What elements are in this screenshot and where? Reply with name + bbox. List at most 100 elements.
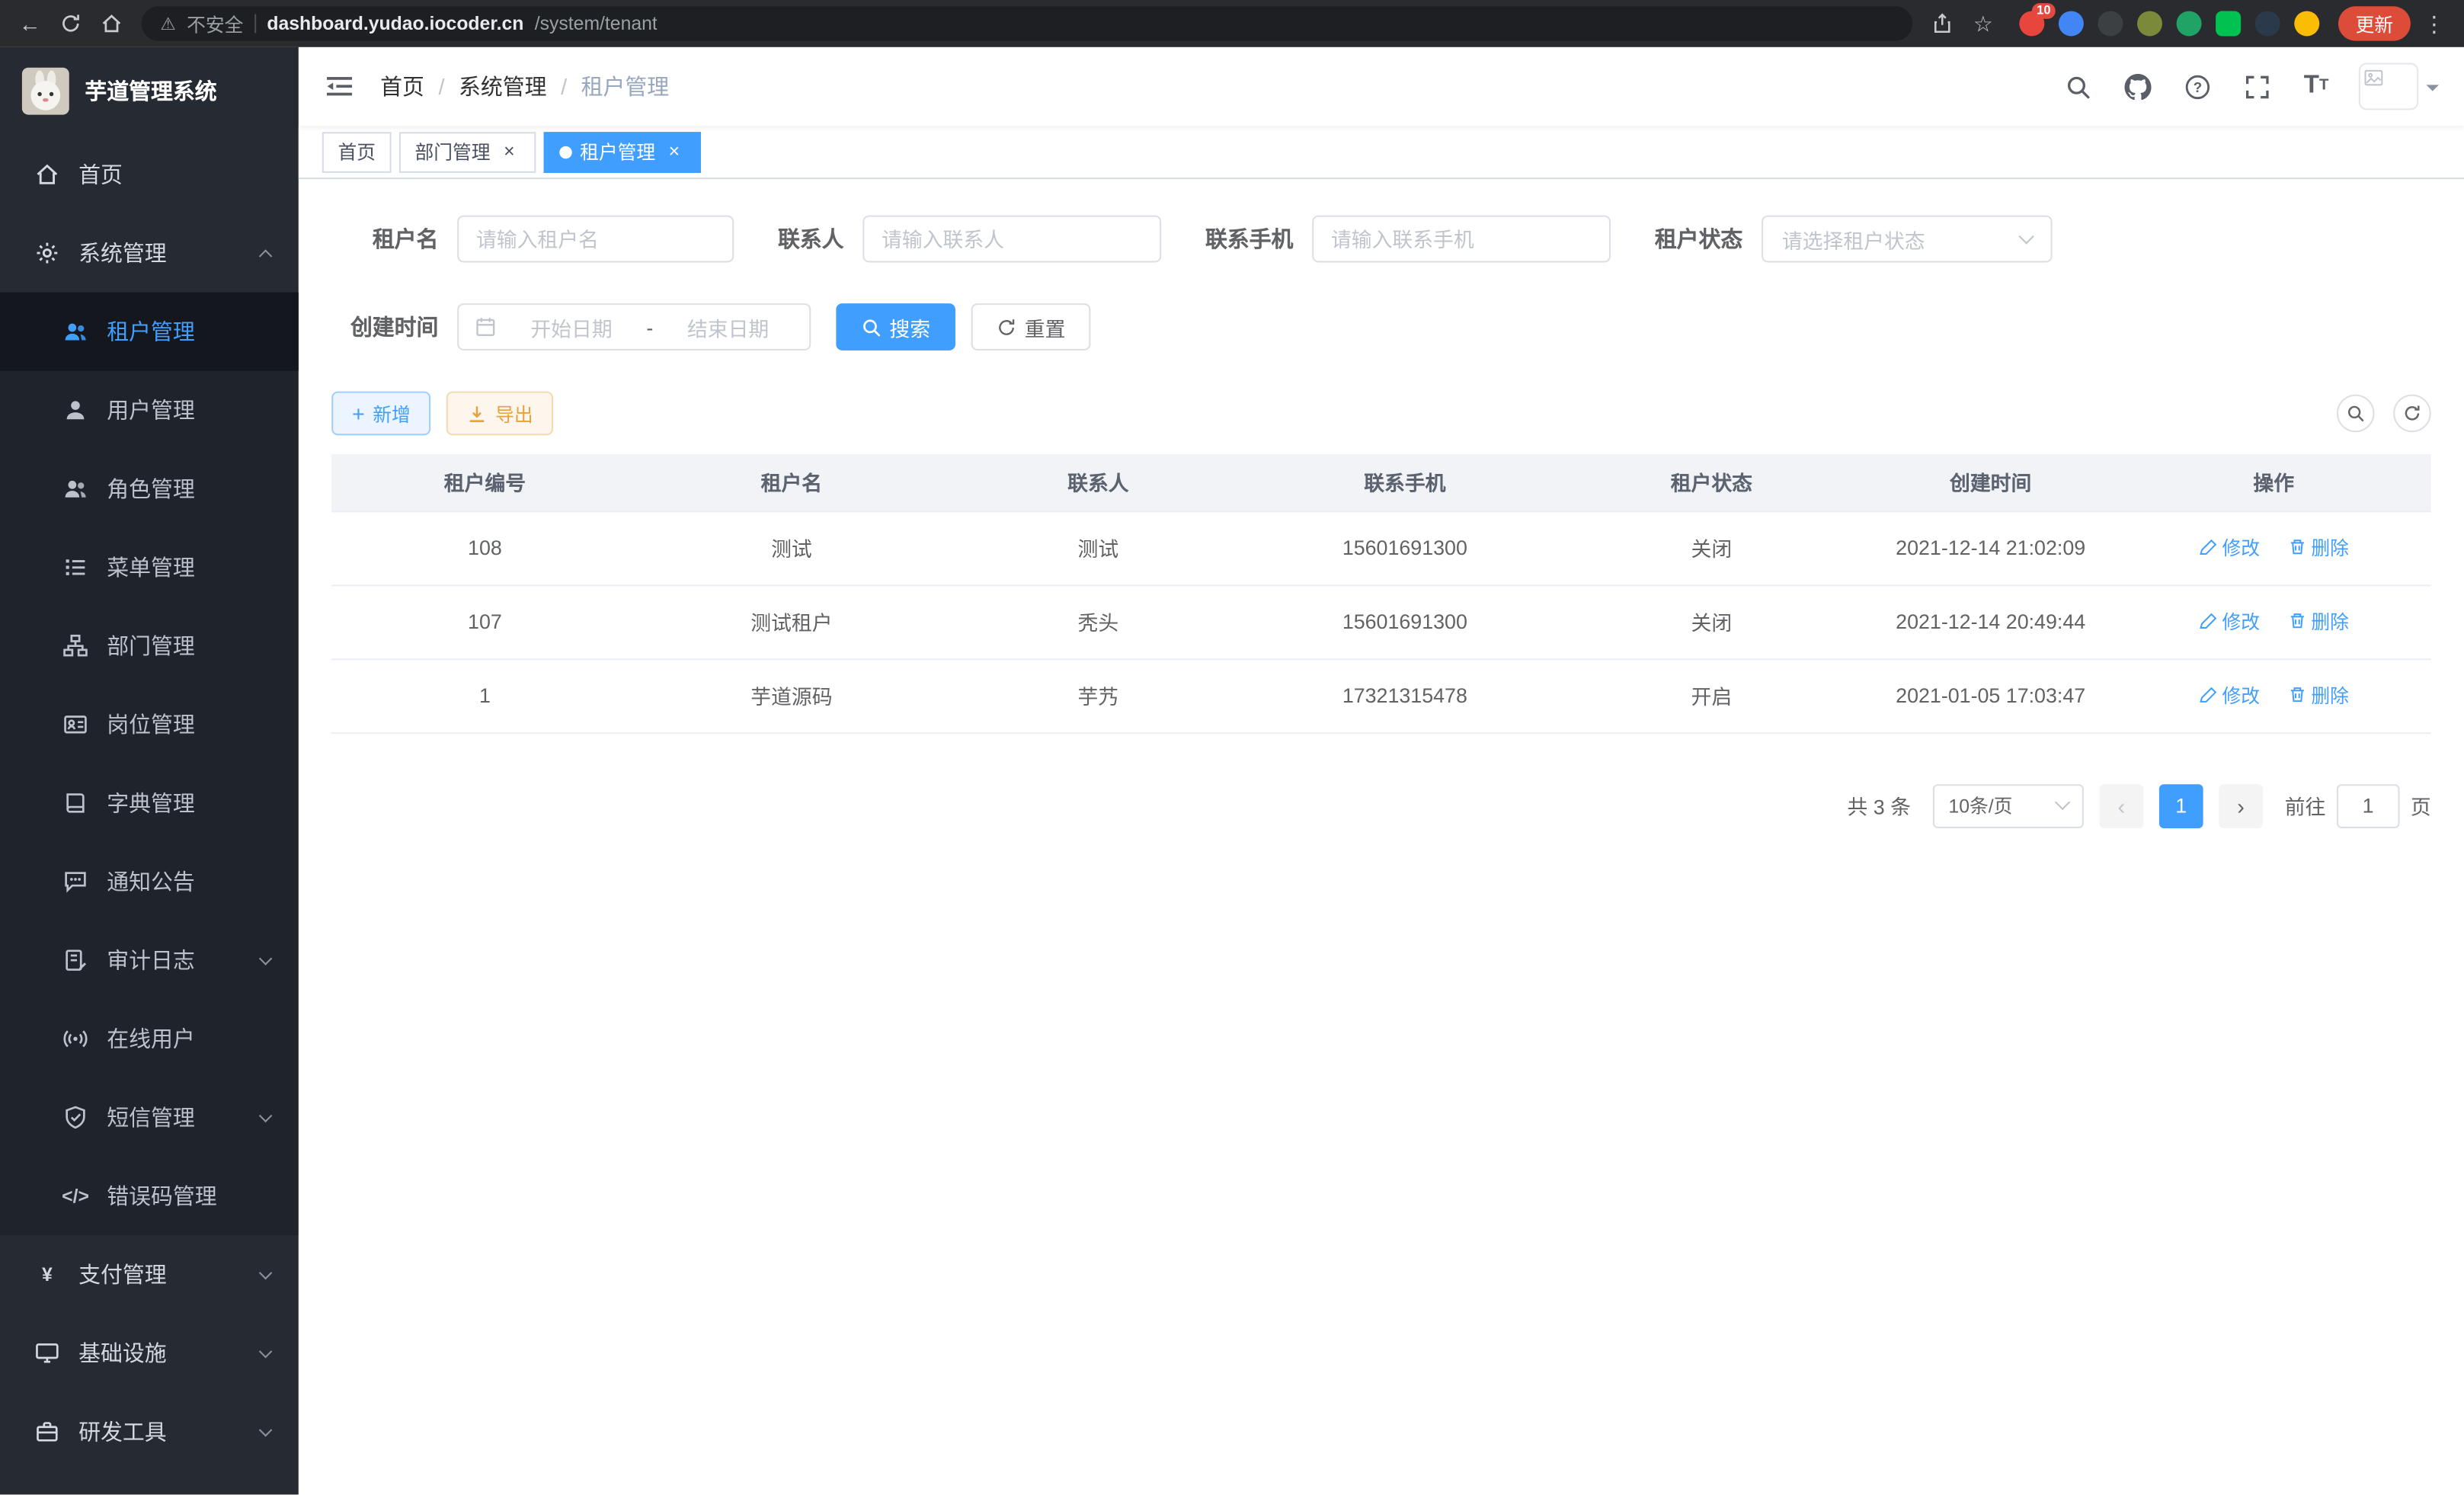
share-button[interactable]: [1925, 6, 1960, 40]
sidebar-item-audit-log[interactable]: 审计日志: [0, 921, 299, 1000]
status-select[interactable]: 请选择租户状态: [1762, 216, 2053, 263]
toggle-search-button[interactable]: [2337, 395, 2375, 433]
extension-icon[interactable]: [2294, 11, 2319, 36]
tab-label: 部门管理: [415, 139, 491, 165]
chevron-down-icon: [259, 1344, 273, 1358]
reload-icon: [59, 13, 82, 35]
chevron-right-icon: ›: [2237, 793, 2245, 818]
extension-icon[interactable]: [2216, 11, 2241, 36]
delete-link[interactable]: 删除: [2287, 682, 2348, 709]
cell-status: 关闭: [1558, 511, 1864, 584]
sidebar-item-menu[interactable]: 菜单管理: [0, 528, 299, 607]
reset-button-label: 重置: [1025, 312, 1066, 341]
sidebar-item-notice[interactable]: 通知公告: [0, 843, 299, 921]
page-number-1[interactable]: 1: [2159, 783, 2203, 828]
browser-back-button[interactable]: ←: [13, 6, 47, 40]
tab-dept[interactable]: 部门管理 ×: [399, 131, 536, 172]
extension-icon[interactable]: [2098, 11, 2123, 36]
breadcrumb-system[interactable]: 系统管理: [459, 71, 547, 102]
browser-update-button[interactable]: 更新: [2338, 6, 2411, 40]
user-menu[interactable]: [2359, 63, 2439, 110]
refresh-table-button[interactable]: [2393, 395, 2431, 433]
refresh-icon: [997, 317, 1017, 338]
page-size-value: 10条/页: [1948, 792, 2012, 819]
column-header-actions: 操作: [2117, 454, 2431, 511]
phone-label: 联系手机: [1205, 223, 1312, 255]
system-submenu: 租户管理 用户管理 角色管理 菜单管理: [0, 293, 299, 1236]
delete-link[interactable]: 删除: [2287, 608, 2348, 635]
sidebar-item-label: 研发工具: [78, 1416, 167, 1447]
address-bar[interactable]: ⚠ 不安全 dashboard.yudao.iocoder.cn /system…: [142, 6, 1912, 40]
tab-home[interactable]: 首页: [322, 131, 392, 172]
sidebar-item-payment[interactable]: ¥ 支付管理: [0, 1235, 299, 1314]
tab-tenant-active[interactable]: 租户管理 ×: [544, 131, 701, 172]
filter-phone: 联系手机: [1205, 216, 1611, 263]
search-button[interactable]: 搜索: [836, 303, 955, 351]
sidebar-item-user[interactable]: 用户管理: [0, 371, 299, 450]
pencil-icon: [2199, 612, 2218, 631]
extension-icon[interactable]: [2255, 11, 2280, 36]
extension-icon[interactable]: [2059, 11, 2084, 36]
sidebar-item-home[interactable]: 首页: [0, 135, 299, 213]
extension-icon[interactable]: [2177, 11, 2202, 36]
add-button[interactable]: + 新增: [331, 392, 430, 436]
font-size-button[interactable]: TT: [2299, 69, 2333, 104]
download-icon: [467, 403, 488, 424]
breadcrumb-separator: /: [561, 74, 567, 99]
phone-input[interactable]: [1312, 216, 1611, 263]
goto-page-input[interactable]: [2337, 783, 2400, 828]
breadcrumb-home[interactable]: 首页: [380, 71, 424, 102]
edit-link[interactable]: 修改: [2199, 608, 2260, 635]
page-size-select[interactable]: 10条/页: [1933, 783, 2084, 828]
browser-menu-button[interactable]: ⋮: [2417, 6, 2451, 40]
sidebar-item-online-users[interactable]: 在线用户: [0, 1000, 299, 1078]
logo[interactable]: 芋道管理系统: [0, 47, 299, 136]
fullscreen-button[interactable]: [2239, 69, 2274, 104]
back-arrow-icon: ←: [19, 11, 41, 36]
signal-icon: [63, 1026, 88, 1052]
export-button[interactable]: 导出: [446, 392, 553, 436]
tenant-name-input[interactable]: [457, 216, 734, 263]
next-page-button[interactable]: ›: [2219, 783, 2263, 828]
tab-label: 租户管理: [580, 139, 655, 165]
sidebar-item-sms[interactable]: 短信管理: [0, 1078, 299, 1157]
sidebar-item-tenant[interactable]: 租户管理: [0, 293, 299, 371]
close-icon[interactable]: ×: [663, 141, 685, 163]
close-icon[interactable]: ×: [498, 141, 520, 163]
filter-row-2: 创建时间 开始日期 - 结束日期 搜索: [331, 303, 2431, 351]
cell-phone: 15601691300: [1252, 584, 1558, 658]
cell-phone: 17321315478: [1252, 658, 1558, 732]
sidebar-item-post[interactable]: 岗位管理: [0, 685, 299, 764]
update-label: 更新: [2356, 10, 2394, 37]
github-button[interactable]: [2120, 69, 2154, 104]
bookmark-button[interactable]: ☆: [1966, 6, 2000, 40]
caret-down-icon: [2427, 85, 2440, 98]
delete-link[interactable]: 删除: [2287, 534, 2348, 561]
navbar-actions: ? TT: [2060, 63, 2439, 110]
edit-link[interactable]: 修改: [2199, 534, 2260, 561]
contact-input[interactable]: [862, 216, 1161, 263]
sidebar-item-dict[interactable]: 字典管理: [0, 764, 299, 842]
extension-icon[interactable]: [2137, 11, 2162, 36]
table-header-row: 租户编号 租户名 联系人 联系手机 租户状态 创建时间 操作: [331, 454, 2431, 511]
sidebar-item-label: 短信管理: [107, 1102, 195, 1133]
browser-reload-button[interactable]: [53, 6, 88, 40]
extension-icon[interactable]: 10: [2019, 11, 2044, 36]
sidebar-collapse-button[interactable]: [324, 71, 355, 102]
date-range-picker[interactable]: 开始日期 - 结束日期: [457, 303, 811, 351]
header-search-button[interactable]: [2060, 69, 2094, 104]
sidebar-item-devtools[interactable]: 研发工具: [0, 1392, 299, 1471]
sidebar-item-dept[interactable]: 部门管理: [0, 607, 299, 685]
edit-link[interactable]: 修改: [2199, 682, 2260, 709]
help-button[interactable]: ?: [2180, 69, 2214, 104]
filter-status: 租户状态 请选择租户状态: [1655, 216, 2053, 263]
browser-home-button[interactable]: [94, 6, 129, 40]
sidebar-item-role[interactable]: 角色管理: [0, 450, 299, 528]
prev-page-button[interactable]: ‹: [2099, 783, 2143, 828]
sidebar-item-error-code[interactable]: </> 错误码管理: [0, 1157, 299, 1235]
pencil-icon: [2199, 538, 2218, 557]
search-button-label: 搜索: [889, 312, 930, 341]
reset-button[interactable]: 重置: [971, 303, 1091, 351]
sidebar-item-system[interactable]: 系统管理: [0, 214, 299, 293]
sidebar-item-infra[interactable]: 基础设施: [0, 1314, 299, 1392]
